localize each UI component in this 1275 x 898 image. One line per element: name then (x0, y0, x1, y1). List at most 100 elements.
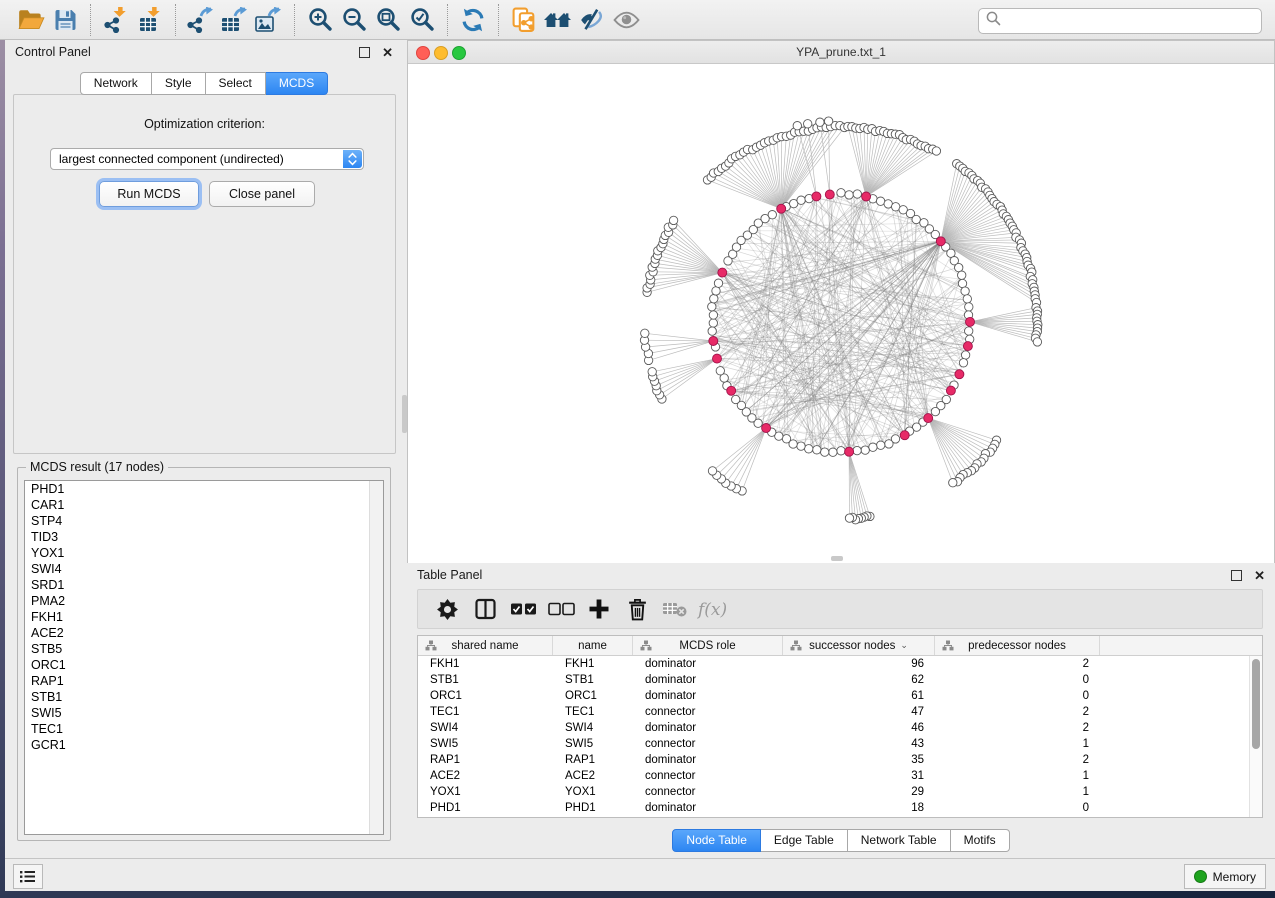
leaf-node[interactable] (816, 118, 824, 126)
network-node[interactable] (853, 446, 861, 454)
mcds-hub-node[interactable] (825, 190, 834, 199)
table-scrollbar[interactable] (1249, 656, 1262, 817)
search-input[interactable] (1005, 11, 1261, 31)
network-node[interactable] (710, 295, 718, 303)
delete-column-icon[interactable] (618, 593, 656, 625)
mcds-result-item[interactable]: YOX1 (25, 545, 383, 561)
column-header-MCDS-role[interactable]: MCDS role (633, 636, 783, 655)
mcds-hub-node[interactable] (762, 424, 771, 433)
mcds-result-item[interactable]: STP4 (25, 513, 383, 529)
mcds-hub-node[interactable] (777, 204, 786, 213)
mcds-hub-node[interactable] (966, 317, 975, 326)
settings-icon[interactable] (428, 593, 466, 625)
mcds-result-item[interactable]: RAP1 (25, 673, 383, 689)
leaf-node[interactable] (669, 216, 677, 224)
table-row[interactable]: FKH1FKH1dominator962 (418, 656, 1262, 672)
tab-style[interactable]: Style (152, 72, 206, 95)
hide-selected-icon[interactable] (575, 5, 609, 35)
leaf-node[interactable] (949, 479, 957, 487)
mcds-result-list[interactable]: PHD1CAR1STP4TID3YOX1SWI4SRD1PMA2FKH1ACE2… (24, 480, 384, 835)
mcds-result-item[interactable]: SRD1 (25, 577, 383, 593)
export-image-icon[interactable] (252, 5, 286, 35)
mcds-result-item[interactable]: STB5 (25, 641, 383, 657)
split-columns-icon[interactable] (466, 593, 504, 625)
network-node[interactable] (805, 445, 813, 453)
export-table-icon[interactable] (218, 5, 252, 35)
tab-select[interactable]: Select (206, 72, 266, 95)
mcds-hub-node[interactable] (718, 268, 727, 277)
network-node[interactable] (732, 395, 740, 403)
network-node[interactable] (837, 447, 845, 455)
import-network-icon[interactable] (99, 5, 133, 35)
column-header-shared-name[interactable]: shared name (418, 636, 553, 655)
leaf-node[interactable] (1033, 338, 1041, 346)
leaf-node[interactable] (932, 147, 940, 155)
zoom-out-icon[interactable] (337, 5, 371, 35)
column-header-name[interactable]: name (553, 636, 633, 655)
close-icon[interactable]: ✕ (1254, 571, 1265, 580)
network-node[interactable] (708, 303, 716, 311)
table-row[interactable]: SWI5SWI5connector431 (418, 736, 1262, 752)
mcds-hub-node[interactable] (845, 447, 854, 456)
network-node[interactable] (965, 303, 973, 311)
float-icon[interactable] (359, 47, 370, 58)
network-node[interactable] (837, 189, 845, 197)
mcds-result-item[interactable]: CAR1 (25, 497, 383, 513)
task-history-button[interactable] (13, 864, 43, 889)
table-row[interactable]: STB1STB1dominator620 (418, 672, 1262, 688)
network-node[interactable] (829, 448, 837, 456)
add-column-icon[interactable] (580, 593, 618, 625)
mcds-result-item[interactable]: TID3 (25, 529, 383, 545)
first-neighbors-icon[interactable] (541, 5, 575, 35)
mcds-hub-node[interactable] (924, 414, 933, 423)
network-node[interactable] (958, 279, 966, 287)
table-row[interactable]: ORC1ORC1dominator610 (418, 688, 1262, 704)
tab-network-table[interactable]: Network Table (848, 829, 951, 852)
leaf-node[interactable] (824, 117, 832, 125)
mcds-result-item[interactable]: GCR1 (25, 737, 383, 753)
float-icon[interactable] (1231, 570, 1242, 581)
network-node[interactable] (821, 448, 829, 456)
network-node[interactable] (714, 279, 722, 287)
horizontal-splitter-handle[interactable] (831, 556, 843, 561)
leaf-node[interactable] (648, 368, 656, 376)
network-node[interactable] (709, 319, 717, 327)
network-node[interactable] (853, 190, 861, 198)
network-node[interactable] (876, 197, 884, 205)
mcds-hub-node[interactable] (727, 386, 736, 395)
network-node[interactable] (961, 287, 969, 295)
leaf-node[interactable] (845, 514, 853, 522)
network-node[interactable] (716, 367, 724, 375)
network-node[interactable] (869, 443, 877, 451)
network-node[interactable] (912, 215, 920, 223)
mcds-hub-node[interactable] (713, 354, 722, 363)
optimization-criterion-select[interactable]: largest connected component (undirected) (50, 148, 364, 170)
refresh-view-icon[interactable] (456, 5, 490, 35)
leaf-node[interactable] (708, 467, 716, 475)
tab-network[interactable]: Network (80, 72, 152, 95)
network-node[interactable] (877, 441, 885, 449)
close-icon[interactable]: ✕ (382, 48, 393, 57)
table-row[interactable]: TEC1TEC1connector472 (418, 704, 1262, 720)
mcds-result-item[interactable]: TEC1 (25, 721, 383, 737)
network-node[interactable] (959, 359, 967, 367)
tab-mcds[interactable]: MCDS (266, 72, 328, 95)
column-header-predecessor-nodes[interactable]: predecessor nodes (935, 636, 1100, 655)
search-box[interactable] (978, 8, 1262, 34)
zoom-in-icon[interactable] (303, 5, 337, 35)
select-all-checks-icon[interactable] (504, 593, 542, 625)
network-node[interactable] (709, 311, 717, 319)
run-mcds-button[interactable]: Run MCDS (99, 181, 199, 207)
tab-motifs[interactable]: Motifs (951, 829, 1010, 852)
export-network-icon[interactable] (184, 5, 218, 35)
vertical-splitter-handle[interactable] (402, 395, 407, 433)
zoom-selected-icon[interactable] (405, 5, 439, 35)
network-node[interactable] (768, 211, 776, 219)
mcds-result-item[interactable]: ORC1 (25, 657, 383, 673)
mcds-list-scrollbar[interactable] (369, 481, 383, 834)
network-node[interactable] (955, 263, 963, 271)
mcds-result-item[interactable]: STB1 (25, 689, 383, 705)
table-row[interactable]: SWI4SWI4dominator462 (418, 720, 1262, 736)
table-scrollbar-thumb[interactable] (1252, 659, 1260, 749)
network-node[interactable] (797, 196, 805, 204)
